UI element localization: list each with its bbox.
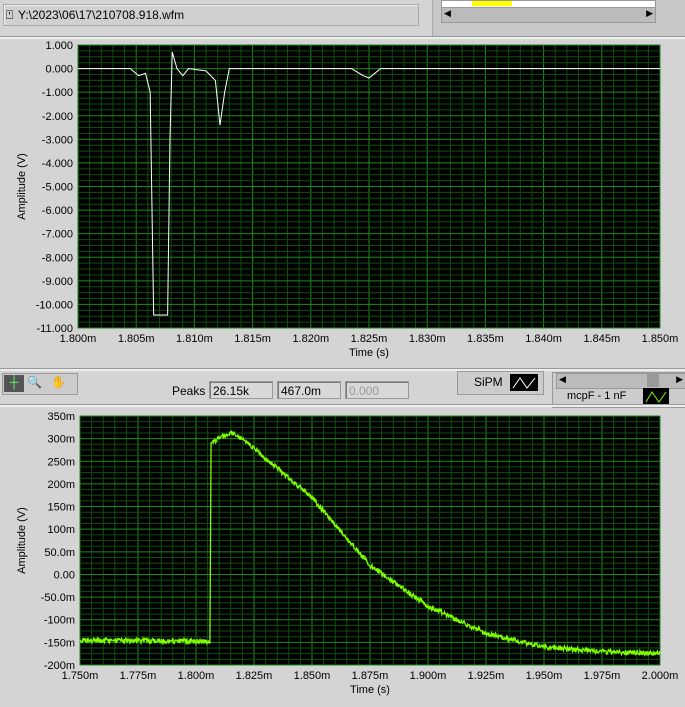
- table-panel: ◀ ▶: [432, 0, 685, 37]
- y-axis-label: Amplitude (V): [16, 153, 28, 220]
- x-tick-label: 1.805m: [118, 333, 155, 345]
- legend-sipm[interactable]: SiPM: [457, 371, 544, 395]
- path-icon: ⍞: [6, 8, 13, 23]
- y-tick-label: -200m: [44, 660, 75, 672]
- legend-scroll-panel: ◀ ▶ mcpF - 1 nF: [552, 372, 685, 408]
- y-tick-label: 200m: [47, 479, 75, 491]
- y-tick-label: -6.000: [42, 205, 73, 217]
- file-path-control[interactable]: ⍞ Y:\2023\06\17\210708.918.wfm: [3, 4, 419, 26]
- x-tick-label: 2.000m: [642, 670, 679, 682]
- cursor-icon[interactable]: ┼: [4, 375, 24, 392]
- scroll-thumb[interactable]: [647, 374, 659, 387]
- y-tick-label: 250m: [47, 456, 75, 468]
- y-tick-label: 1.000: [45, 40, 73, 52]
- y-tick-label: 50.0m: [44, 547, 75, 559]
- legend-mcp-line-icon: [643, 388, 669, 405]
- y-tick-label: -2.000: [42, 111, 73, 123]
- y-tick-label: 100m: [47, 524, 75, 536]
- y-tick-label: -8.000: [42, 252, 73, 264]
- x-tick-label: 1.825m: [236, 670, 273, 682]
- peak-value-1[interactable]: 26.15k: [209, 381, 273, 399]
- x-tick-label: 1.875m: [352, 670, 389, 682]
- peaks-label: Peaks: [172, 384, 205, 398]
- peak-value-2[interactable]: 467.0m: [277, 381, 341, 399]
- y-tick-label: -11.000: [37, 323, 74, 335]
- y-tick-label: -1.000: [42, 87, 73, 99]
- x-tick-label: 1.800m: [178, 670, 215, 682]
- y-tick-label: -9.000: [42, 276, 73, 288]
- x-axis-label: Time (s): [349, 347, 389, 359]
- y-tick-label: -10.000: [36, 299, 73, 311]
- y-tick-label: 350m: [47, 411, 75, 423]
- x-tick-label: 1.850m: [642, 333, 679, 345]
- x-tick-label: 1.850m: [294, 670, 331, 682]
- y-tick-label: 150m: [47, 502, 75, 514]
- table-horizontal-scrollbar[interactable]: ◀ ▶: [441, 7, 656, 23]
- bottom-waveform-graph[interactable]: 1.750m 1.775m 1.800m 1.825m 1.850m 1.875m 1.90…: [0, 406, 685, 707]
- x-tick-label: 1.825m: [351, 333, 388, 345]
- x-tick-label: 1.775m: [120, 670, 157, 682]
- file-path-value: Y:\2023\06\17\210708.918.wfm: [18, 8, 184, 22]
- legend-mcp-label: mcpF - 1 nF: [567, 390, 626, 402]
- y-tick-label: -100m: [44, 615, 75, 627]
- scroll-right-icon[interactable]: ▶: [646, 8, 653, 19]
- scroll-right-icon[interactable]: ▶: [676, 374, 683, 385]
- y-tick-label: -150m: [44, 637, 75, 649]
- x-tick-label: 1.925m: [468, 670, 505, 682]
- legend-sipm-line-icon: [510, 374, 538, 391]
- pan-hand-icon[interactable]: ✋: [51, 375, 66, 389]
- y-axis-label: Amplitude (V): [16, 507, 28, 574]
- x-tick-label: 1.950m: [526, 670, 563, 682]
- graph-palette: ┼ 🔍 ✋: [2, 373, 78, 395]
- x-tick-label: 1.835m: [467, 333, 504, 345]
- x-tick-label: 1.900m: [410, 670, 447, 682]
- x-tick-label: 1.845m: [583, 333, 620, 345]
- x-tick-label: 1.810m: [176, 333, 213, 345]
- y-tick-label: -3.000: [42, 134, 73, 146]
- y-tick-label: -50.0m: [41, 592, 75, 604]
- legend-sipm-label: SiPM: [474, 375, 503, 389]
- x-axis-label: Time (s): [350, 684, 390, 696]
- x-tick-label: 1.840m: [525, 333, 562, 345]
- y-tick-label: -5.000: [42, 182, 73, 194]
- y-tick-label: 0.000: [45, 64, 73, 76]
- x-tick-label: 1.820m: [292, 333, 329, 345]
- y-tick-label: -4.000: [42, 158, 73, 170]
- top-waveform-graph[interactable]: 1.800m 1.805m 1.810m 1.815m 1.820m 1.825m 1.83…: [0, 38, 685, 368]
- divider: [0, 368, 685, 371]
- x-tick-label: 1.975m: [584, 670, 621, 682]
- legend-scrollbar[interactable]: ◀ ▶: [556, 373, 685, 389]
- scroll-left-icon[interactable]: ◀: [444, 8, 451, 19]
- peak-value-3: 0.000: [345, 381, 409, 399]
- x-tick-label: 1.815m: [234, 333, 271, 345]
- scroll-left-icon[interactable]: ◀: [559, 374, 566, 385]
- y-tick-label: -7.000: [42, 229, 73, 241]
- zoom-icon[interactable]: 🔍: [27, 375, 42, 389]
- y-tick-label: 300m: [47, 434, 75, 446]
- y-tick-label: 0.00: [54, 569, 75, 581]
- x-tick-label: 1.830m: [409, 333, 446, 345]
